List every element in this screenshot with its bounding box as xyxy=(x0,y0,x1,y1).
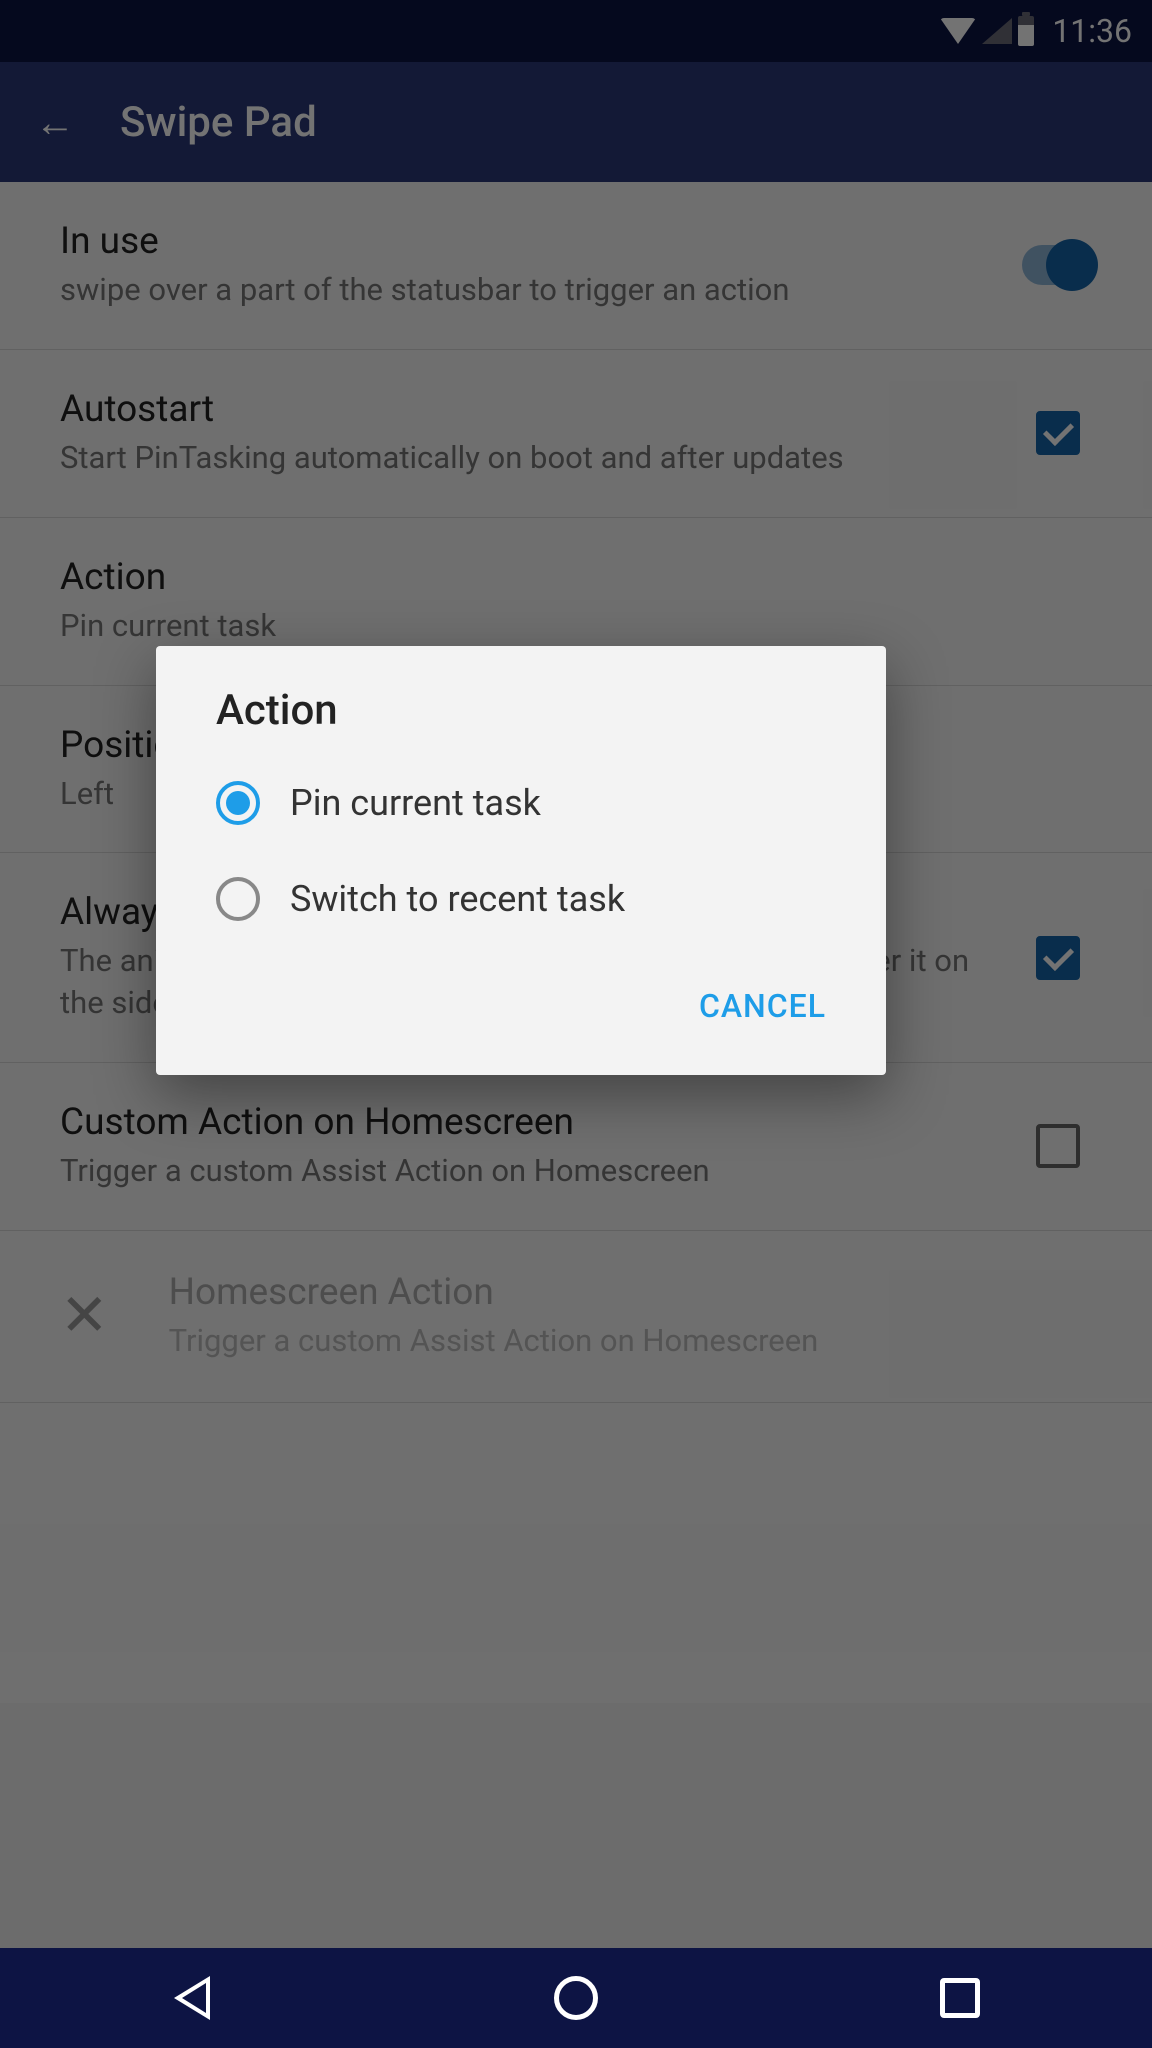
home-circle-icon xyxy=(554,1976,598,2020)
nav-home-button[interactable] xyxy=(553,1975,599,2021)
nav-recent-button[interactable] xyxy=(937,1975,983,2021)
recent-square-icon xyxy=(940,1978,980,2018)
radio-label: Pin current task xyxy=(290,782,541,824)
dialog-option-switch-to-recent-task[interactable]: Switch to recent task xyxy=(156,851,886,947)
dialog-title: Action xyxy=(156,686,886,755)
dialog-option-pin-current-task[interactable]: Pin current task xyxy=(156,755,886,851)
radio-unselected[interactable] xyxy=(216,877,260,921)
radio-selected[interactable] xyxy=(216,781,260,825)
back-triangle-icon xyxy=(174,1976,210,2020)
radio-label: Switch to recent task xyxy=(290,878,625,920)
nav-back-button[interactable] xyxy=(169,1975,215,2021)
action-dialog: Action Pin current task Switch to recent… xyxy=(156,646,886,1075)
cancel-button[interactable]: CANCEL xyxy=(679,977,846,1035)
navigation-bar xyxy=(0,1948,1152,2048)
